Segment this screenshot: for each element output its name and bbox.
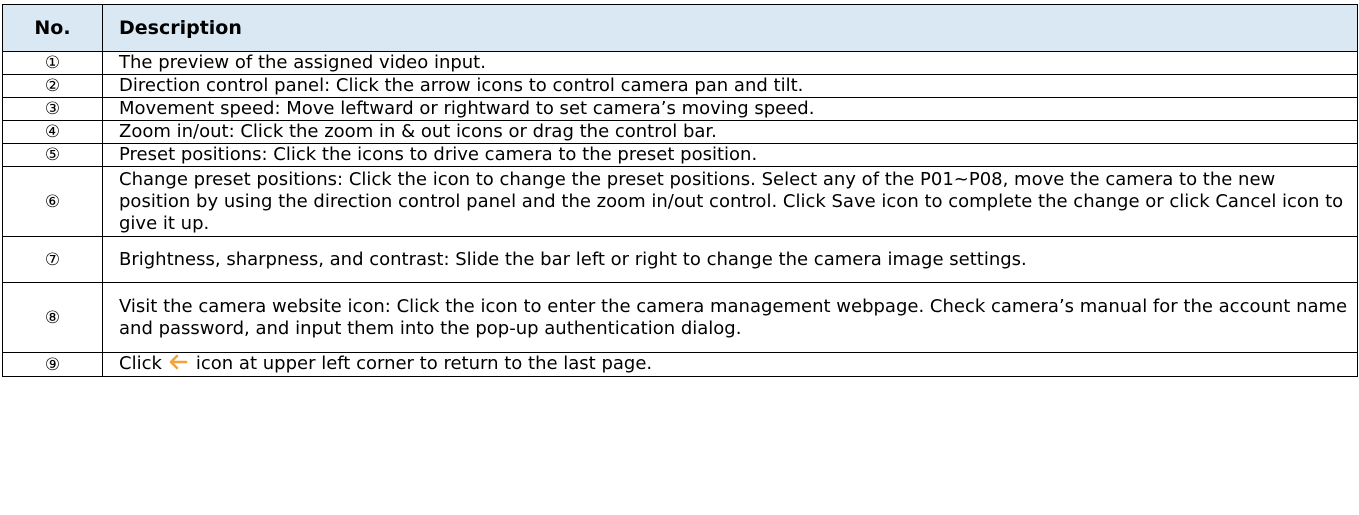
row-description: Preset positions: Click the icons to dri…: [102, 143, 1358, 167]
row-number: ④: [2, 120, 103, 144]
left-arrow-icon: [168, 354, 188, 376]
row-description: The preview of the assigned video input.: [102, 51, 1358, 75]
table-row: ② Direction control panel: Click the arr…: [2, 74, 1358, 98]
table-row: ⑦ Brightness, sharpness, and contrast: S…: [2, 236, 1358, 283]
row-number: ②: [2, 74, 103, 98]
row-number: ⑤: [2, 143, 103, 167]
row-description: Movement speed: Move leftward or rightwa…: [102, 97, 1358, 121]
description-table: No. Description ① The preview of the ass…: [2, 4, 1358, 377]
table-row: ⑨ Click icon at upper left corner to retu…: [2, 352, 1358, 377]
row-description: Zoom in/out: Click the zoom in & out ico…: [102, 120, 1358, 144]
row-description: Brightness, sharpness, and contrast: Sli…: [102, 236, 1358, 283]
row-description: Visit the camera website icon: Click the…: [102, 282, 1358, 353]
table-row: ④ Zoom in/out: Click the zoom in & out i…: [2, 120, 1358, 144]
table-row: ① The preview of the assigned video inpu…: [2, 51, 1358, 75]
row-description: Direction control panel: Click the arrow…: [102, 74, 1358, 98]
table-row: ⑥ Change preset positions: Click the ico…: [2, 166, 1358, 237]
row-description-after-icon: icon at upper left corner to return to t…: [195, 353, 653, 374]
table-row: ③ Movement speed: Move leftward or right…: [2, 97, 1358, 121]
row-description-before-icon: Click: [119, 353, 162, 374]
row-number: ①: [2, 51, 103, 75]
row-description: Change preset positions: Click the icon …: [102, 166, 1358, 237]
row-number: ⑦: [2, 236, 103, 283]
row-description: Click icon at upper left corner to return…: [102, 352, 1358, 377]
row-number: ⑨: [2, 352, 103, 377]
table-row: ⑧ Visit the camera website icon: Click t…: [2, 282, 1358, 353]
table-row: ⑤ Preset positions: Click the icons to d…: [2, 143, 1358, 167]
row-number: ⑥: [2, 166, 103, 237]
header-no: No.: [2, 4, 103, 52]
table-header-row: No. Description: [2, 4, 1358, 52]
row-number: ③: [2, 97, 103, 121]
row-number: ⑧: [2, 282, 103, 353]
header-description: Description: [102, 4, 1358, 52]
